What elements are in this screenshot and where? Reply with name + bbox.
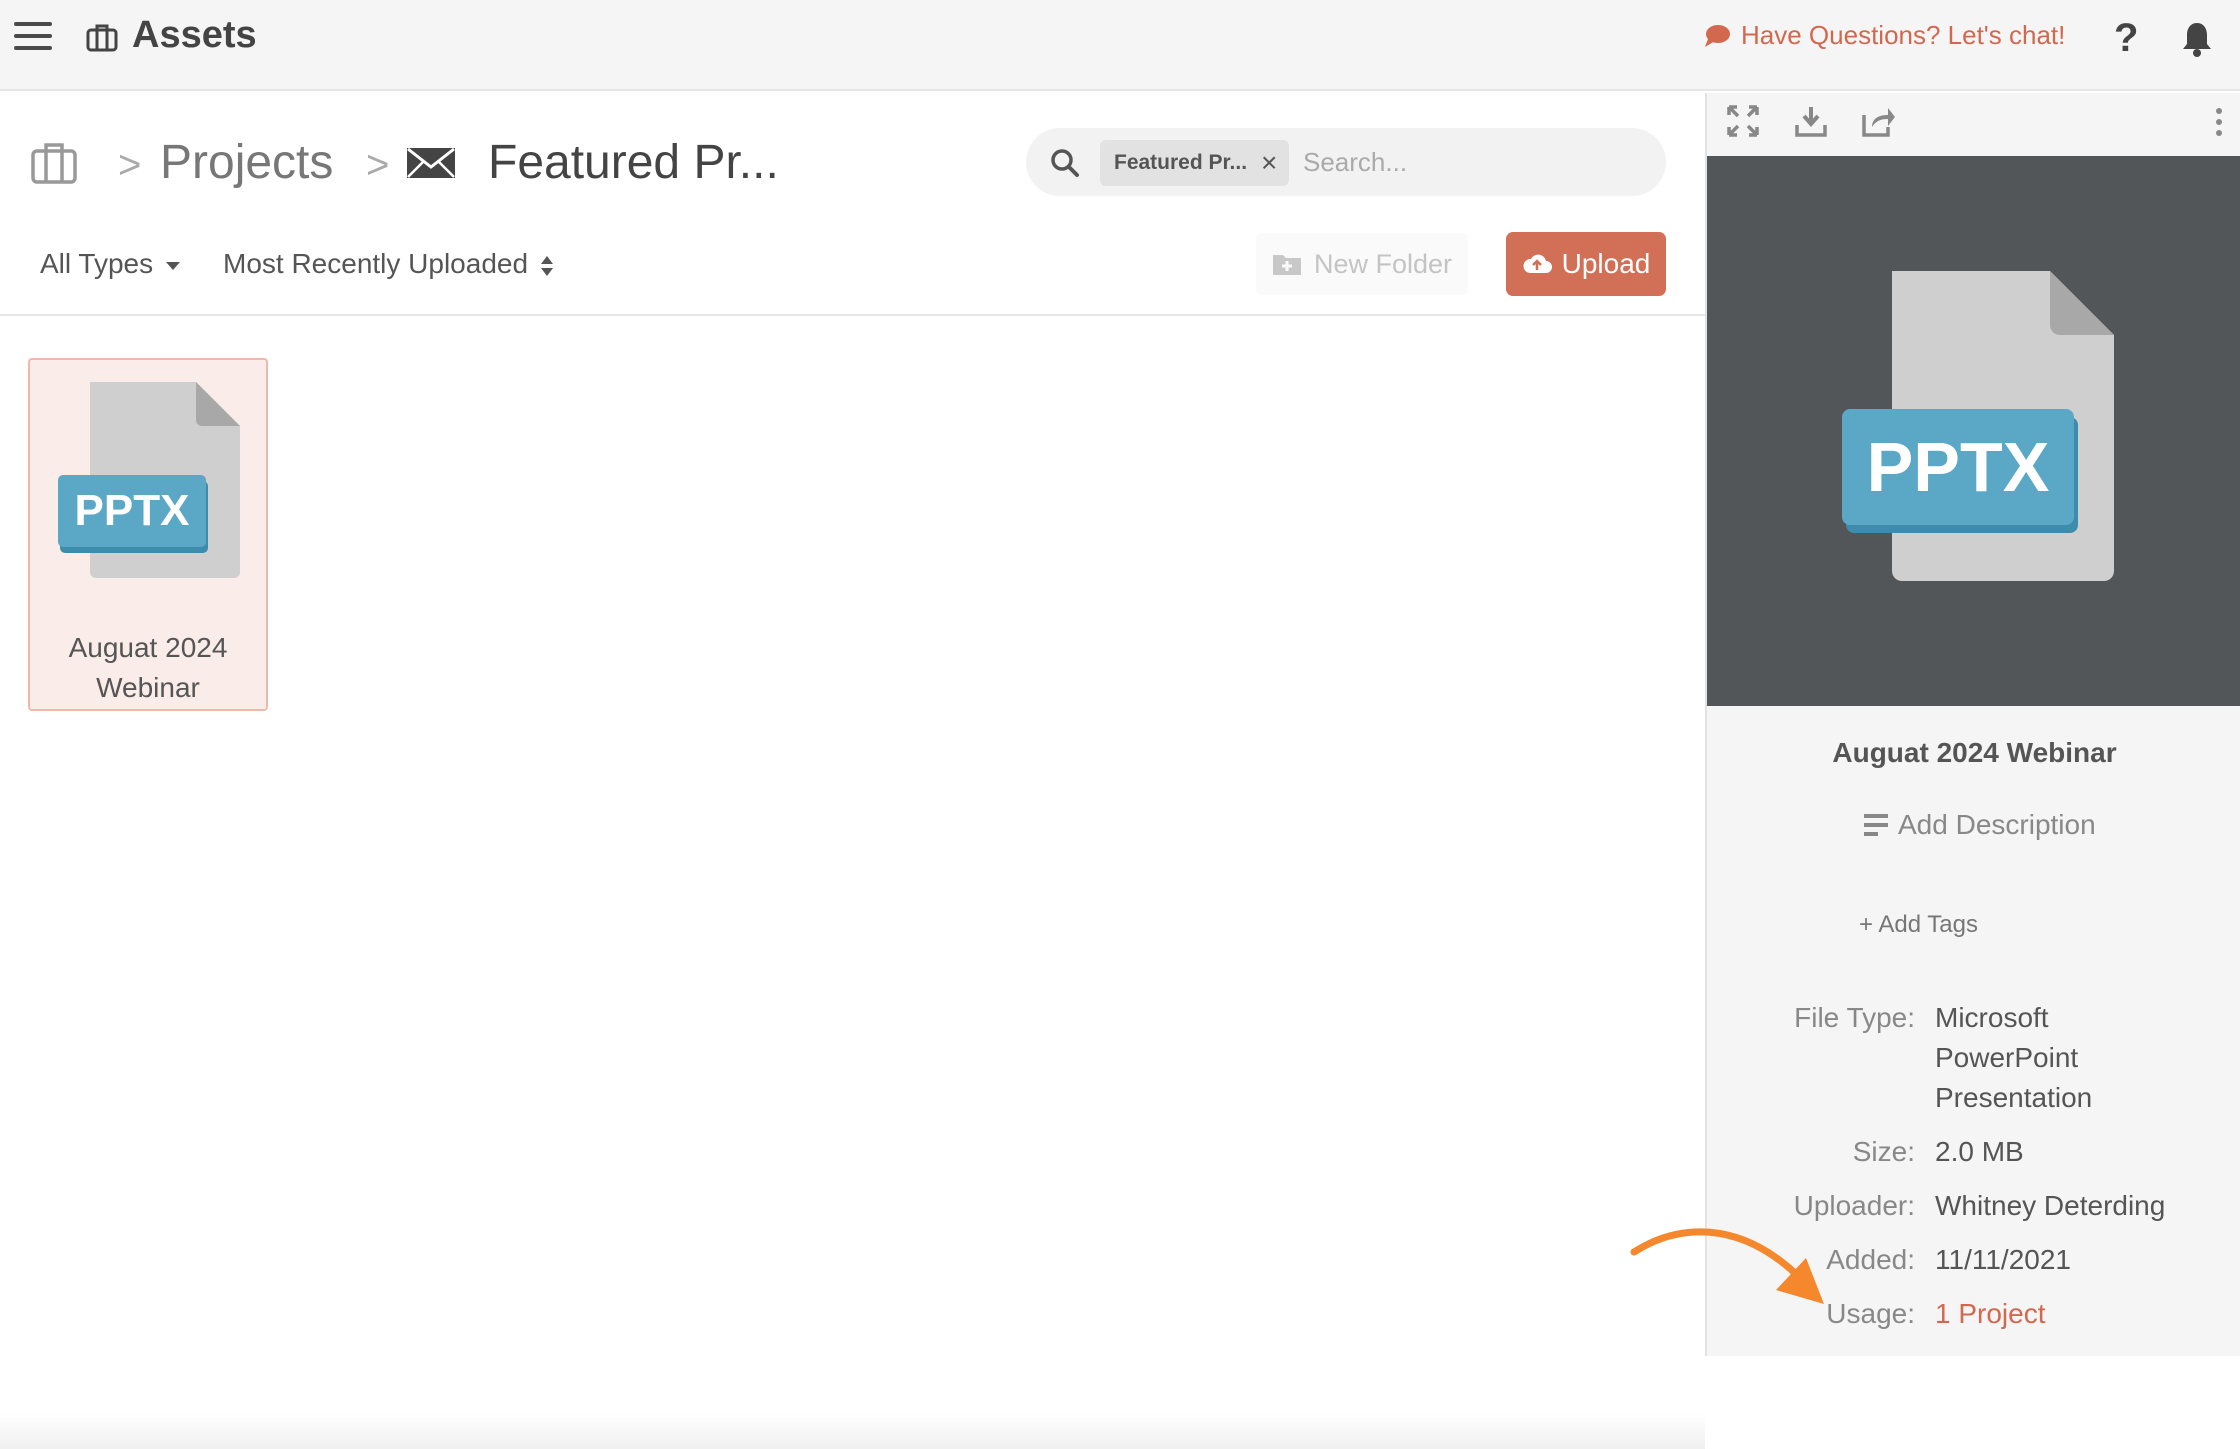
file-type-value: Microsoft PowerPoint Presentation xyxy=(1935,998,2225,1118)
vertical-dots-icon[interactable] xyxy=(2215,107,2223,137)
chat-link-label: Have Questions? Let's chat! xyxy=(1741,20,2066,50)
sort-icon xyxy=(540,255,553,276)
search-input[interactable] xyxy=(1303,142,1643,182)
search-bar[interactable]: Featured Pr... × xyxy=(1026,128,1666,196)
file-type-line: PowerPoint xyxy=(1935,1042,2079,1073)
asset-card-name: Auguat 2024 Webinar xyxy=(30,628,266,708)
share-icon[interactable] xyxy=(1862,105,1896,137)
caret-down-icon xyxy=(165,261,180,270)
help-button[interactable]: ? xyxy=(2114,16,2138,61)
top-bar: Assets Have Questions? Let's chat! ? xyxy=(0,0,2240,91)
sort-label: Most Recently Uploaded xyxy=(223,248,529,279)
chat-link[interactable]: Have Questions? Let's chat! xyxy=(1703,20,2065,51)
hamburger-menu-button[interactable] xyxy=(14,22,54,52)
search-icon xyxy=(1051,149,1079,177)
file-type-line: Microsoft xyxy=(1935,1002,2049,1033)
add-description-label: Add Description xyxy=(1898,809,2096,840)
type-filter-label: All Types xyxy=(40,248,154,279)
add-tags-button[interactable]: + Add Tags xyxy=(1859,911,1978,939)
pptx-badge-text: PPTX xyxy=(75,486,190,535)
pptx-badge-text: PPTX xyxy=(1867,428,2050,506)
file-type-label: File Type: xyxy=(1794,1002,1915,1033)
envelope-icon xyxy=(407,147,455,178)
main-content: > Projects > Featured Pr... Featured Pr.… xyxy=(0,93,1705,1449)
bottom-fade xyxy=(0,1413,1705,1449)
usage-label: Usage: xyxy=(1826,1298,1915,1329)
asset-card[interactable]: PPTX Auguat 2024 Webinar xyxy=(28,358,268,711)
uploader-label: Uploader: xyxy=(1793,1190,1915,1221)
asset-name-line: Webinar xyxy=(96,672,200,703)
pptx-file-icon: PPTX xyxy=(1842,271,2114,581)
asset-title: Auguat 2024 Webinar xyxy=(1832,737,2117,768)
asset-name-line: Auguat 2024 xyxy=(68,632,228,663)
usage-link[interactable]: 1 Project xyxy=(1935,1294,2225,1334)
pptx-file-icon: PPTX xyxy=(58,382,240,578)
text-lines-icon xyxy=(1864,814,1888,836)
added-value: 11/11/2021 xyxy=(1935,1244,2071,1275)
briefcase-home-icon[interactable] xyxy=(30,141,78,185)
size-value: 2.0 MB xyxy=(1935,1136,2024,1167)
new-folder-label: New Folder xyxy=(1313,248,1453,279)
app-title: Assets xyxy=(132,14,257,56)
download-icon[interactable] xyxy=(1795,105,1827,137)
briefcase-icon xyxy=(86,24,118,52)
cloud-upload-icon xyxy=(1523,254,1552,273)
annotation-arrow-icon xyxy=(1630,1228,1824,1304)
speech-bubble-icon xyxy=(1705,24,1730,47)
size-label: Size: xyxy=(1852,1136,1915,1167)
upload-button[interactable]: Upload xyxy=(1506,232,1666,296)
folder-plus-icon xyxy=(1272,255,1301,275)
file-type-line: Presentation xyxy=(1935,1082,2093,1113)
sort-dropdown[interactable]: Most Recently Uploaded xyxy=(223,248,554,280)
breadcrumb-current-folder: Featured Pr... xyxy=(488,136,779,189)
added-label: Added: xyxy=(1826,1244,1915,1275)
bell-icon[interactable] xyxy=(2180,20,2214,58)
breadcrumb-separator: > xyxy=(366,143,390,187)
uploader-value: Whitney Deterding xyxy=(1935,1190,2166,1221)
add-description-button[interactable]: Add Description xyxy=(1864,809,2096,841)
chip-close-icon[interactable]: × xyxy=(1261,149,1277,177)
new-folder-button[interactable]: New Folder xyxy=(1256,233,1468,295)
upload-label: Upload xyxy=(1561,248,1651,279)
type-filter-dropdown[interactable]: All Types xyxy=(40,248,181,280)
search-filter-chip: Featured Pr... × xyxy=(1100,140,1290,186)
expand-icon[interactable] xyxy=(1727,105,1759,137)
breadcrumb-separator: > xyxy=(118,143,142,187)
search-chip-label: Featured Pr... xyxy=(1114,151,1248,174)
asset-preview[interactable]: PPTX xyxy=(1707,156,2240,706)
breadcrumb-projects[interactable]: Projects xyxy=(160,135,333,190)
toolbar-divider xyxy=(0,314,1705,316)
asset-detail-panel: PPTX Auguat 2024 Webinar Add Description… xyxy=(1705,93,2240,1356)
